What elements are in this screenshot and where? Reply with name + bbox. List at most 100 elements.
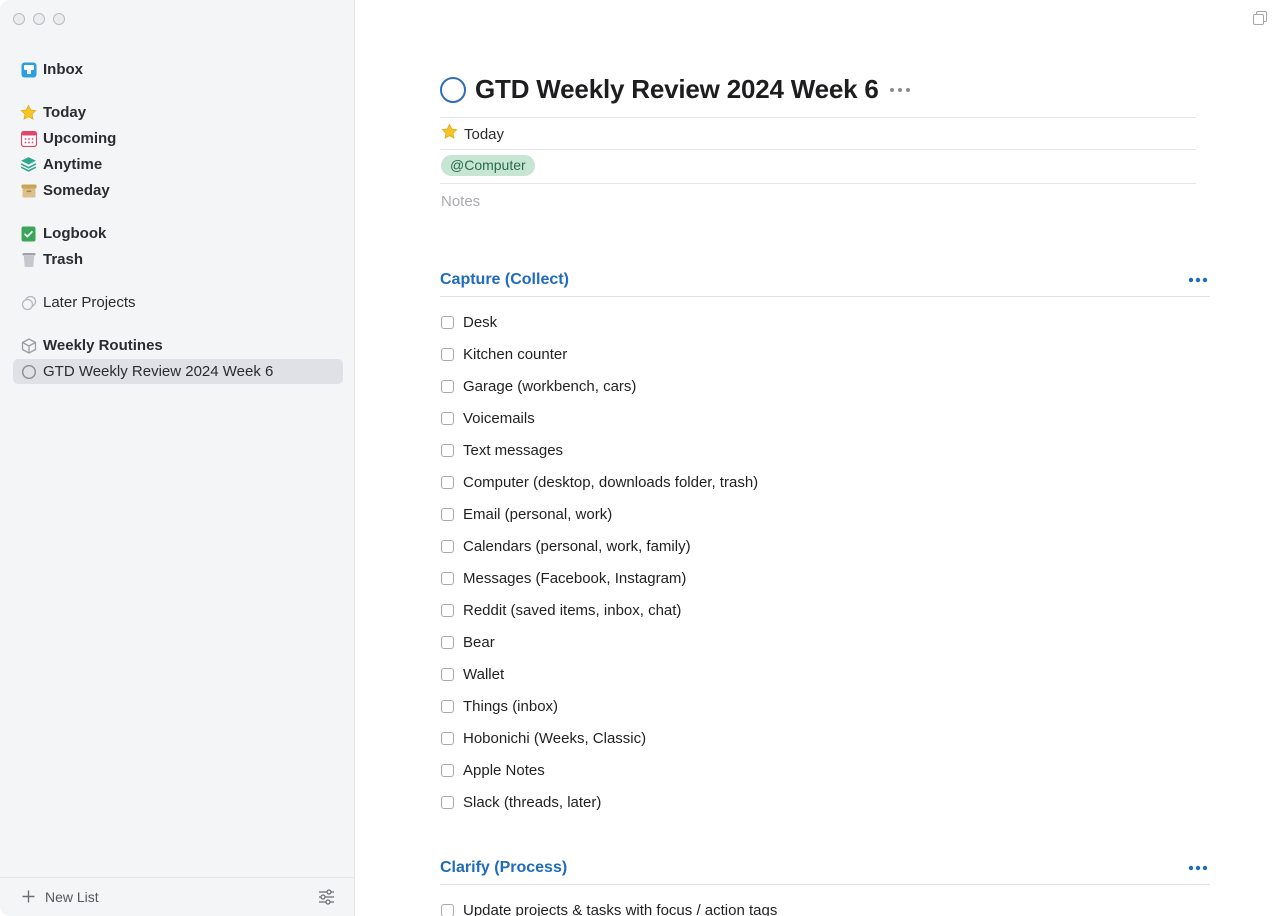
checklist-item[interactable]: Kitchen counter (441, 343, 567, 365)
checklist-checkbox[interactable] (441, 347, 454, 361)
sidebar-item-label: Anytime (43, 156, 103, 173)
checklist-item[interactable]: Slack (threads, later) (441, 791, 601, 813)
filter-settings-button[interactable] (318, 889, 335, 910)
checklist-item[interactable]: Computer (desktop, downloads folder, tra… (441, 471, 758, 493)
sidebar-item-label: Logbook (43, 225, 107, 242)
checklist-item-label: Calendars (personal, work, family) (463, 537, 691, 555)
sidebar-item-logbook[interactable]: Logbook (13, 221, 343, 246)
section-heading-clarify[interactable]: Clarify (Process) (440, 855, 1210, 885)
new-list-button[interactable]: New List (22, 887, 99, 907)
checklist-item[interactable]: Reddit (saved items, inbox, chat) (441, 599, 681, 621)
notes-field[interactable]: Notes (441, 193, 480, 210)
copy-window-button[interactable] (1253, 11, 1267, 30)
zoom-window-button[interactable] (53, 13, 65, 25)
checklist-checkbox[interactable] (441, 667, 454, 681)
checklist-item[interactable]: Email (personal, work) (441, 503, 612, 525)
sidebar-item-anytime[interactable]: Anytime (13, 152, 343, 177)
page-title[interactable]: GTD Weekly Review 2024 Week 6 (475, 74, 879, 105)
checklist-item[interactable]: Wallet (441, 663, 504, 685)
checklist-item[interactable]: Voicemails (441, 407, 535, 429)
sidebar-item-later-projects[interactable]: Later Projects (13, 290, 343, 315)
checklist-item-label: Hobonichi (Weeks, Classic) (463, 729, 647, 747)
layers-icon (20, 156, 37, 173)
checklist-checkbox[interactable] (441, 635, 454, 649)
sidebar-item-today[interactable]: Today (13, 100, 343, 125)
checklist-checkbox[interactable] (441, 315, 454, 329)
trash-icon (20, 251, 37, 268)
checklist-checkbox[interactable] (441, 379, 454, 393)
sidebar-item-label: Trash (43, 251, 84, 268)
sidebar-item-inbox[interactable]: Inbox (13, 57, 343, 82)
main-content: GTD Weekly Review 2024 Week 6 Today @Com… (356, 0, 1280, 916)
sliders-icon (319, 889, 334, 905)
sidebar-item-label: GTD Weekly Review 2024 Week 6 (43, 363, 274, 380)
checklist-item-label: Desk (463, 313, 498, 331)
checklist-checkbox[interactable] (441, 539, 454, 553)
logbook-check-icon (20, 225, 37, 242)
section-more-button[interactable] (1188, 267, 1208, 283)
checklist-item[interactable]: Text messages (441, 439, 563, 461)
checklist-item-label: Computer (desktop, downloads folder, tra… (463, 473, 759, 491)
checklist-checkbox[interactable] (441, 443, 454, 457)
checklist-item-label: Slack (threads, later) (463, 793, 602, 811)
archive-box-icon (20, 182, 37, 199)
sidebar-item-gtd-weekly-review[interactable]: GTD Weekly Review 2024 Week 6 (13, 359, 343, 384)
checklist-item[interactable]: Hobonichi (Weeks, Classic) (441, 727, 646, 749)
sidebar-item-upcoming[interactable]: Upcoming (13, 126, 343, 151)
section-heading-text: Capture (Collect) (440, 271, 569, 288)
checklist-item-label: Email (personal, work) (463, 505, 613, 523)
sidebar-item-label: Weekly Routines (43, 337, 163, 354)
sidebar-item-label: Inbox (43, 61, 83, 78)
checklist-item[interactable]: Bear (441, 631, 495, 653)
later-projects-icon (20, 294, 37, 311)
checklist-item[interactable]: Update projects & tasks with focus / act… (441, 899, 777, 916)
tag-computer[interactable]: @Computer (441, 155, 535, 176)
checklist-checkbox[interactable] (441, 475, 454, 489)
divider (440, 149, 1196, 150)
checklist-checkbox[interactable] (441, 507, 454, 521)
checklist-checkbox[interactable] (441, 699, 454, 713)
sidebar-item-weekly-routines[interactable]: Weekly Routines (13, 333, 343, 358)
sidebar-item-label: Upcoming (43, 130, 117, 147)
star-icon (20, 104, 37, 121)
window-controls (13, 13, 65, 25)
plus-icon (22, 887, 35, 907)
inbox-icon (20, 61, 37, 78)
checklist-item[interactable]: Apple Notes (441, 759, 545, 781)
checklist-checkbox[interactable] (441, 903, 454, 916)
section-heading-capture[interactable]: Capture (Collect) (440, 267, 1210, 297)
star-icon (441, 123, 458, 145)
checklist-item-label: Garage (workbench, cars) (463, 377, 637, 395)
checklist-item-label: Kitchen counter (463, 345, 568, 363)
sidebar-item-label: Later Projects (43, 294, 136, 311)
checklist-checkbox[interactable] (441, 603, 454, 617)
close-window-button[interactable] (13, 13, 25, 25)
checklist-item-label: Things (inbox) (463, 697, 559, 715)
checklist-checkbox[interactable] (441, 763, 454, 777)
minimize-window-button[interactable] (33, 13, 45, 25)
when-label: Today (464, 125, 505, 143)
sidebar: Inbox Today Upcoming Anytime Someday Log… (0, 0, 355, 916)
checklist-checkbox[interactable] (441, 731, 454, 745)
sidebar-item-trash[interactable]: Trash (13, 247, 343, 272)
checklist-item[interactable]: Messages (Facebook, Instagram) (441, 567, 686, 589)
checklist-item-label: Text messages (463, 441, 564, 459)
checklist-item[interactable]: Desk (441, 311, 497, 333)
section-more-button[interactable] (1188, 855, 1208, 871)
when-date-field[interactable]: Today (441, 123, 504, 145)
checklist-checkbox[interactable] (441, 571, 454, 585)
copy-icon (1253, 11, 1267, 25)
divider (440, 183, 1196, 184)
sidebar-item-someday[interactable]: Someday (13, 178, 343, 203)
checklist-item-label: Wallet (463, 665, 505, 683)
more-options-button[interactable] (889, 80, 911, 100)
checklist-item[interactable]: Calendars (personal, work, family) (441, 535, 691, 557)
calendar-icon (20, 130, 37, 147)
project-complete-checkbox[interactable] (440, 76, 466, 103)
checklist-item[interactable]: Garage (workbench, cars) (441, 375, 636, 397)
checklist-checkbox[interactable] (441, 795, 454, 809)
checklist-checkbox[interactable] (441, 411, 454, 425)
checklist-item-label: Apple Notes (463, 761, 545, 779)
checklist-item-label: Update projects & tasks with focus / act… (463, 901, 778, 916)
checklist-item[interactable]: Things (inbox) (441, 695, 558, 717)
